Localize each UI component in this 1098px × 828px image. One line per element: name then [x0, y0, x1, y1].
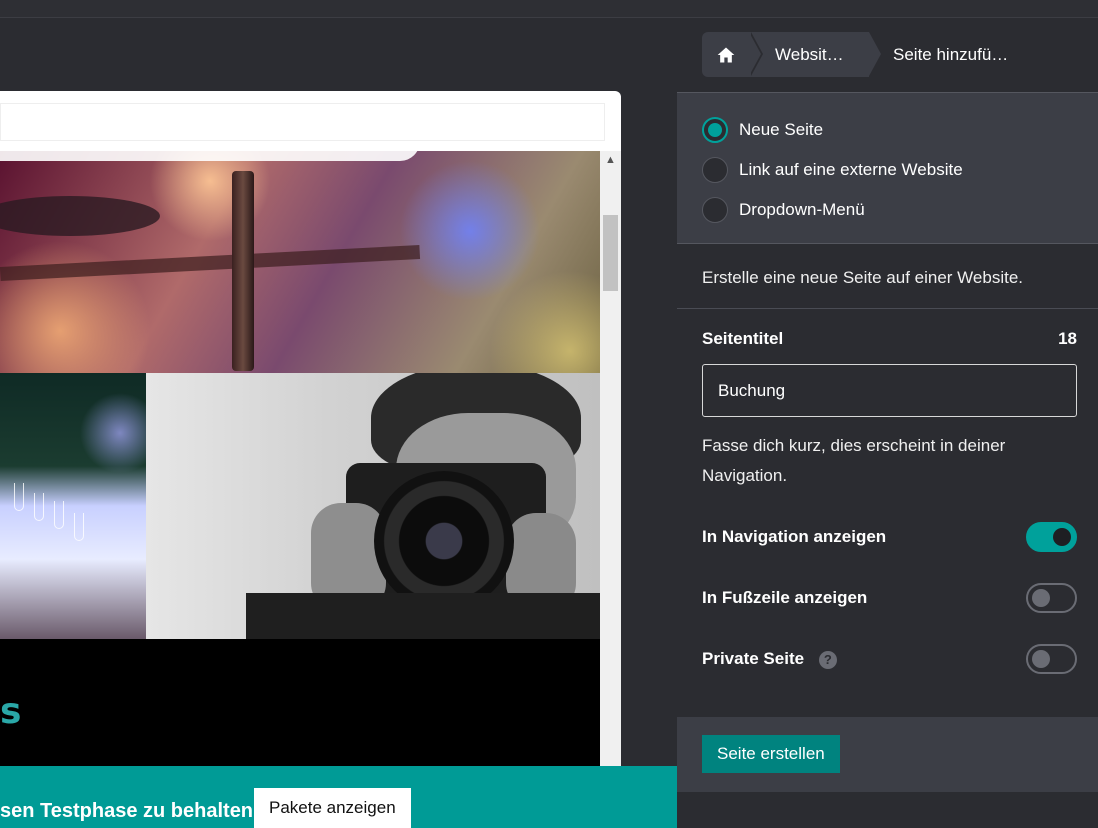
option-dropdown-menu[interactable]: Dropdown-Menü — [702, 197, 865, 223]
glass-shape — [54, 501, 64, 529]
add-page-panel: Websit… Seite hinzufü… Neue Seite Link a… — [677, 18, 1098, 828]
site-preview-frame: s ▲ ▼ — [0, 91, 621, 784]
photo-jacket — [246, 593, 600, 639]
page-type-options: Neue Seite Link auf eine externe Website… — [677, 92, 1098, 244]
option-label: Dropdown-Menü — [739, 200, 865, 219]
breadcrumb-website[interactable]: Websit… — [749, 32, 883, 77]
toggle-label: Private Seite — [702, 649, 805, 668]
hero-cymbal — [0, 196, 160, 236]
toggle-knob — [1032, 589, 1050, 607]
scroll-up-icon[interactable]: ▲ — [600, 151, 621, 169]
glass-shape — [34, 493, 44, 521]
hero-stand — [232, 171, 254, 371]
preview-header-bar — [0, 103, 605, 141]
home-icon — [717, 47, 734, 62]
breadcrumb-current: Seite hinzufü… — [893, 44, 1009, 64]
editor-canvas: s ▲ ▼ sen Testphase zu behalten Pakete a… — [0, 18, 677, 828]
toggle-row-footer: In Fußzeile anzeigen — [702, 582, 1077, 614]
section-heading-fragment: s — [0, 691, 22, 732]
top-bar — [0, 0, 1098, 18]
private-page-label-group: Private Seite ? — [702, 649, 837, 669]
photo-lens — [374, 471, 514, 611]
scroll-thumb[interactable] — [603, 215, 618, 291]
show-in-footer-toggle[interactable] — [1026, 583, 1077, 613]
option-external-link[interactable]: Link auf eine externe Website — [702, 157, 963, 183]
panel-footer: Seite erstellen — [677, 717, 1098, 792]
toggle-label: In Navigation anzeigen — [702, 527, 887, 546]
trial-banner-text: sen Testphase zu behalten — [0, 800, 254, 822]
radio-button[interactable] — [702, 117, 728, 143]
option-label: Neue Seite — [739, 120, 824, 139]
toggle-row-private: Private Seite ? — [702, 643, 1077, 675]
banquet-photo — [0, 373, 146, 639]
radio-button[interactable] — [702, 157, 728, 183]
toggle-row-navigation: In Navigation anzeigen — [702, 521, 1077, 553]
divider — [677, 308, 1098, 309]
page-title-hint: Fasse dich kurz, dies erscheint in deine… — [702, 436, 1006, 485]
breadcrumb-home[interactable] — [702, 32, 763, 77]
hero-bar — [0, 245, 421, 281]
dark-section — [0, 639, 600, 784]
photographer-photo — [146, 373, 600, 639]
view-packages-button[interactable]: Pakete anzeigen — [254, 788, 411, 828]
trial-banner: sen Testphase zu behalten Pakete anzeige… — [0, 766, 677, 828]
breadcrumb: Websit… Seite hinzufü… — [702, 32, 1018, 77]
page-title-label-row: Seitentitel 18 — [702, 329, 1077, 349]
private-page-toggle[interactable] — [1026, 644, 1077, 674]
radio-button[interactable] — [702, 197, 728, 223]
option-label: Link auf eine externe Website — [739, 160, 963, 179]
question-icon[interactable]: ? — [818, 650, 837, 669]
glass-shape — [74, 513, 84, 541]
show-in-navigation-toggle[interactable] — [1026, 522, 1077, 552]
toggle-knob — [1032, 650, 1050, 668]
glass-shape — [14, 483, 24, 511]
page-title-input[interactable] — [702, 364, 1077, 417]
panel-description: Erstelle eine neue Seite auf einer Websi… — [702, 268, 1023, 287]
preview-scrollbar[interactable]: ▲ ▼ — [600, 151, 621, 784]
create-page-button[interactable]: Seite erstellen — [702, 735, 840, 773]
hero-image — [0, 151, 600, 373]
toggle-knob — [1053, 528, 1071, 546]
character-counter: 18 — [1058, 329, 1077, 348]
hero-heading-overlay — [0, 151, 420, 161]
page-title-label: Seitentitel — [702, 329, 784, 348]
option-new-page[interactable]: Neue Seite — [702, 117, 823, 143]
preview-viewport[interactable]: s — [0, 151, 600, 784]
toggle-label: In Fußzeile anzeigen — [702, 588, 868, 607]
